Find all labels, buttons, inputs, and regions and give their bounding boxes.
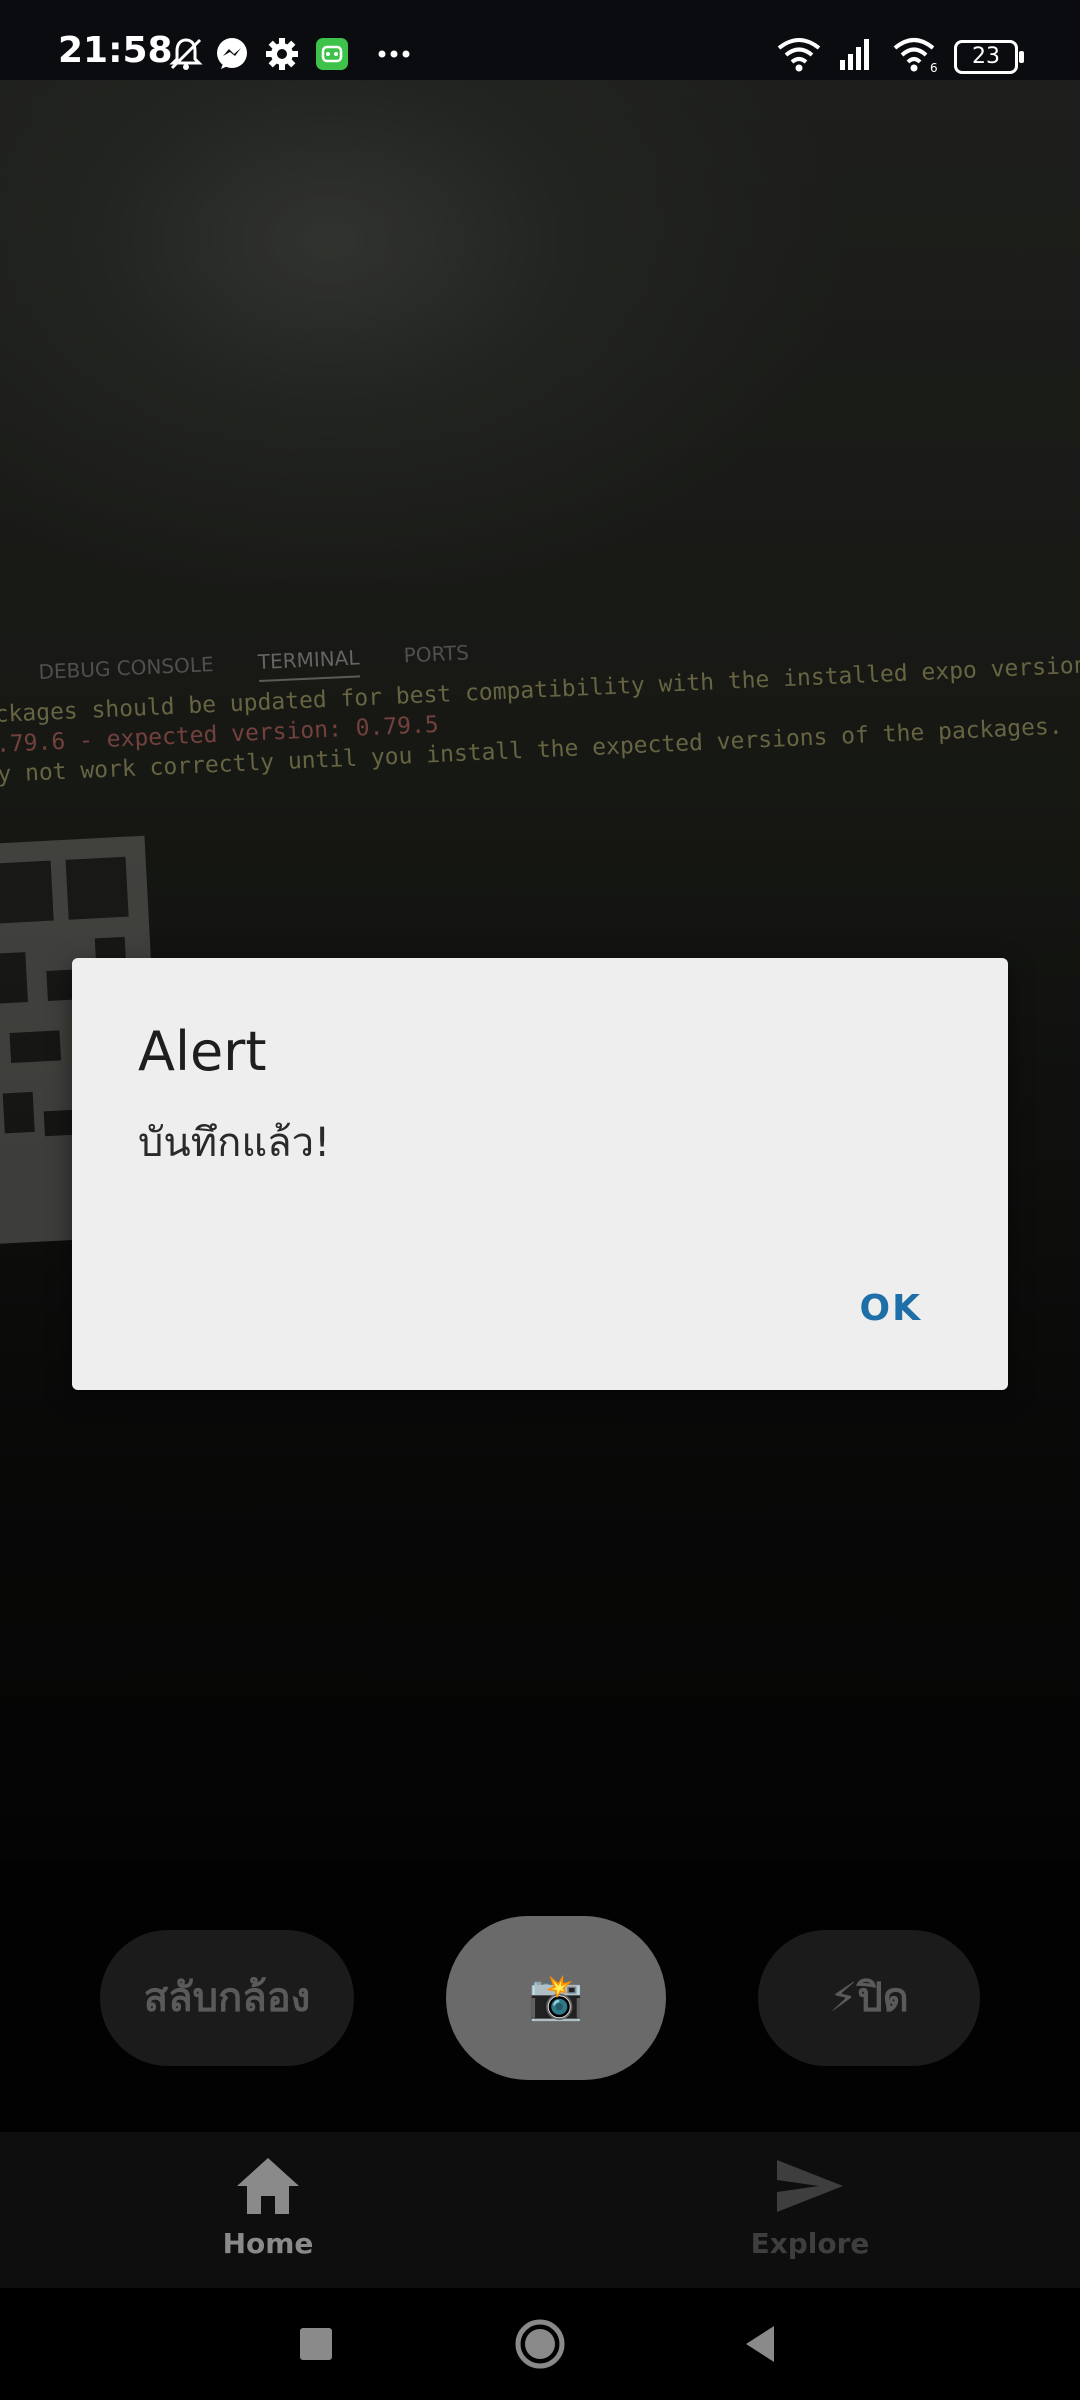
- more-icon: [378, 50, 410, 58]
- signal-icon: [840, 39, 869, 70]
- gear-icon: [266, 38, 298, 70]
- battery-indicator: 23: [954, 40, 1024, 74]
- bottom-nav: Home Explore: [0, 2132, 1080, 2288]
- svg-text:6: 6: [930, 61, 938, 74]
- status-bar: 21:58 6 23: [0, 0, 1080, 80]
- send-icon: [777, 2160, 843, 2212]
- shutter-button[interactable]: 📸: [446, 1916, 666, 2080]
- switch-camera-button[interactable]: สลับกล้อง: [100, 1930, 354, 2066]
- android-app-icon: [316, 38, 348, 70]
- wifi-6-icon: 6: [893, 38, 938, 74]
- home-icon: [237, 2158, 299, 2214]
- bell-off-icon: [169, 38, 203, 70]
- messenger-icon: [217, 38, 247, 69]
- alert-dialog: Alert บันทึกแล้ว! OK: [72, 958, 1008, 1390]
- system-nav-bar: [0, 2288, 1080, 2400]
- flash-toggle-button[interactable]: ⚡ปิด: [758, 1930, 980, 2066]
- ok-button[interactable]: OK: [860, 1288, 923, 1329]
- dialog-message: บันทึกแล้ว!: [138, 1120, 331, 1166]
- camera-controls: สลับกล้อง 📸 ⚡ปิด: [0, 1860, 1080, 2132]
- back-icon[interactable]: [740, 2312, 780, 2376]
- recents-icon[interactable]: [296, 2312, 336, 2376]
- nav-item-explore[interactable]: Explore: [660, 2154, 960, 2260]
- nav-label-explore: Explore: [750, 2227, 870, 2260]
- nav-label-home: Home: [222, 2227, 314, 2260]
- wifi-icon: [777, 38, 821, 72]
- dialog-title: Alert: [138, 1020, 267, 1083]
- clock: 21:58: [58, 30, 173, 71]
- nav-item-home[interactable]: Home: [118, 2154, 418, 2260]
- home-circle-icon[interactable]: [512, 2312, 568, 2376]
